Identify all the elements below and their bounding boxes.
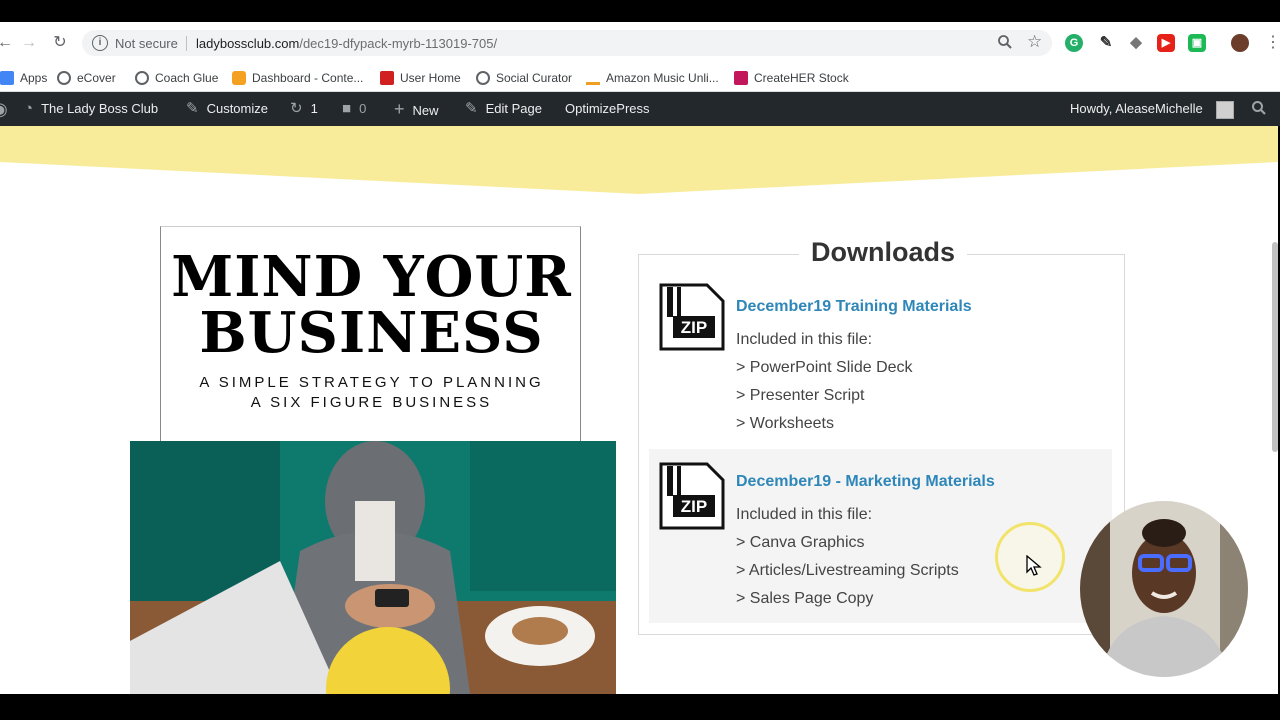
bookmark-dashboard[interactable]: Dashboard - Conte...	[232, 68, 363, 88]
site-name-link[interactable]: ◔ The Lady Boss Club	[24, 92, 158, 126]
url-path: /dec19-dfypack-myrb-113019-705/	[299, 36, 498, 51]
list-item: > Canva Graphics	[736, 534, 865, 551]
url-separator	[186, 36, 187, 51]
bookmarks-bar: Apps eCover Coach Glue Dashboard - Conte…	[0, 64, 1280, 92]
bookmark-social-curator[interactable]: Social Curator	[476, 68, 572, 88]
bookmark-user-home[interactable]: User Home	[380, 68, 461, 88]
globe-icon	[476, 71, 490, 85]
zip-file-icon[interactable]: ZIP	[657, 283, 727, 351]
reload-icon[interactable]: ↻	[49, 32, 71, 54]
bookmark-star-icon[interactable]: ☆	[1027, 32, 1042, 52]
apps-grid-icon	[0, 71, 14, 85]
list-item: > Worksheets	[736, 415, 834, 432]
updates-icon: ↻	[290, 100, 303, 117]
profile-avatar-icon[interactable]	[1231, 34, 1249, 52]
howdy-account-link[interactable]: Howdy, AleaseMichelle	[1070, 92, 1203, 126]
video-extension-icon[interactable]: ▶	[1157, 34, 1175, 52]
ebook-title: MIND YOUR BUSINESS	[171, 244, 572, 366]
file-contents-intro: Included in this file:	[736, 331, 873, 348]
new-content-link[interactable]: + New	[394, 92, 439, 126]
bookmark-amazon-music[interactable]: Amazon Music Unli...	[586, 68, 719, 88]
pencil-icon: ✎	[465, 100, 478, 117]
url-domain: ladybossclub.com	[196, 36, 300, 51]
svg-text:ZIP: ZIP	[681, 497, 707, 516]
eyedropper-extension-icon[interactable]: ✎	[1097, 34, 1115, 52]
yellow-header-band	[0, 126, 1278, 194]
dashboard-gauge-icon: ◔	[24, 100, 34, 117]
zip-file-icon[interactable]: ZIP	[657, 462, 727, 530]
screen-frame: ← → ↻ i Not secure ladybossclub.com/dec1…	[0, 0, 1280, 720]
cursor-highlight	[995, 522, 1065, 592]
plus-icon: +	[394, 99, 405, 119]
paintbrush-icon: ✎	[186, 100, 199, 117]
page-scrollbar-thumb[interactable]	[1272, 242, 1278, 452]
list-item: > Articles/Livestreaming Scripts	[736, 562, 959, 579]
amazon-icon	[586, 71, 600, 85]
training-materials-link[interactable]: December19 Training Materials	[736, 298, 972, 316]
bookmark-coach-glue[interactable]: Coach Glue	[135, 68, 218, 88]
back-arrow-icon[interactable]: ←	[0, 32, 16, 54]
url-text[interactable]: ladybossclub.com/dec19-dfypack-myrb-1130…	[196, 36, 497, 51]
user-avatar[interactable]	[1216, 101, 1234, 119]
zoom-magnifier-icon[interactable]	[997, 34, 1013, 53]
downloads-heading: Downloads	[799, 237, 968, 268]
id-badge-icon	[380, 71, 394, 85]
bookmark-createher-stock[interactable]: CreateHER Stock	[734, 68, 849, 88]
comment-bubble-icon: ■	[342, 100, 352, 117]
grammarly-extension-icon[interactable]: G	[1065, 34, 1083, 52]
wp-admin-bar: ◉ ◔The Lady Boss Club ✎Customize ↻1 ■0 +…	[0, 92, 1280, 126]
admin-search-icon[interactable]	[1251, 92, 1267, 126]
ebook-subtitle: A SIMPLE STRATEGY TO PLANNING A SIX FIGU…	[199, 374, 544, 411]
list-item: > Presenter Script	[736, 387, 865, 404]
customize-link[interactable]: ✎ Customize	[186, 92, 268, 126]
edit-page-link[interactable]: ✎ Edit Page	[465, 92, 542, 126]
browser-toolbar: ← → ↻ i Not secure ladybossclub.com/dec1…	[0, 22, 1280, 64]
ebook-cover-photo	[130, 441, 616, 694]
optimizepress-link[interactable]: OptimizePress	[565, 92, 650, 126]
comments-link[interactable]: ■ 0	[342, 92, 366, 126]
bookmark-apps[interactable]: Apps	[0, 68, 47, 88]
forward-arrow-icon[interactable]: →	[18, 32, 40, 54]
kebab-menu-icon[interactable]: ⋮	[1262, 32, 1280, 54]
info-icon[interactable]: i	[92, 35, 108, 51]
globe-icon	[57, 71, 71, 85]
updates-link[interactable]: ↻ 1	[290, 92, 318, 126]
svg-text:ZIP: ZIP	[681, 318, 707, 337]
list-item: > PowerPoint Slide Deck	[736, 359, 913, 376]
security-label: Not secure	[115, 36, 178, 51]
bookmark-ecover[interactable]: eCover	[57, 68, 116, 88]
address-bar[interactable]: i Not secure ladybossclub.com/dec19-dfyp…	[82, 30, 1052, 56]
list-item: > Sales Page Copy	[736, 590, 874, 607]
tag-extension-icon[interactable]: ◆	[1127, 34, 1145, 52]
download-item-training: ZIP December19 Training Materials Includ…	[649, 275, 1112, 445]
createher-icon	[734, 71, 748, 85]
globe-icon	[135, 71, 149, 85]
mouse-pointer-icon	[1026, 555, 1042, 576]
note-extension-icon[interactable]: ▣	[1188, 34, 1206, 52]
webcam-presenter-overlay	[1080, 501, 1248, 677]
marketing-materials-link[interactable]: December19 - Marketing Materials	[736, 473, 995, 491]
wordpress-logo-icon[interactable]: ◉	[0, 92, 16, 126]
file-contents-intro: Included in this file:	[736, 506, 873, 523]
joomla-icon	[232, 71, 246, 85]
